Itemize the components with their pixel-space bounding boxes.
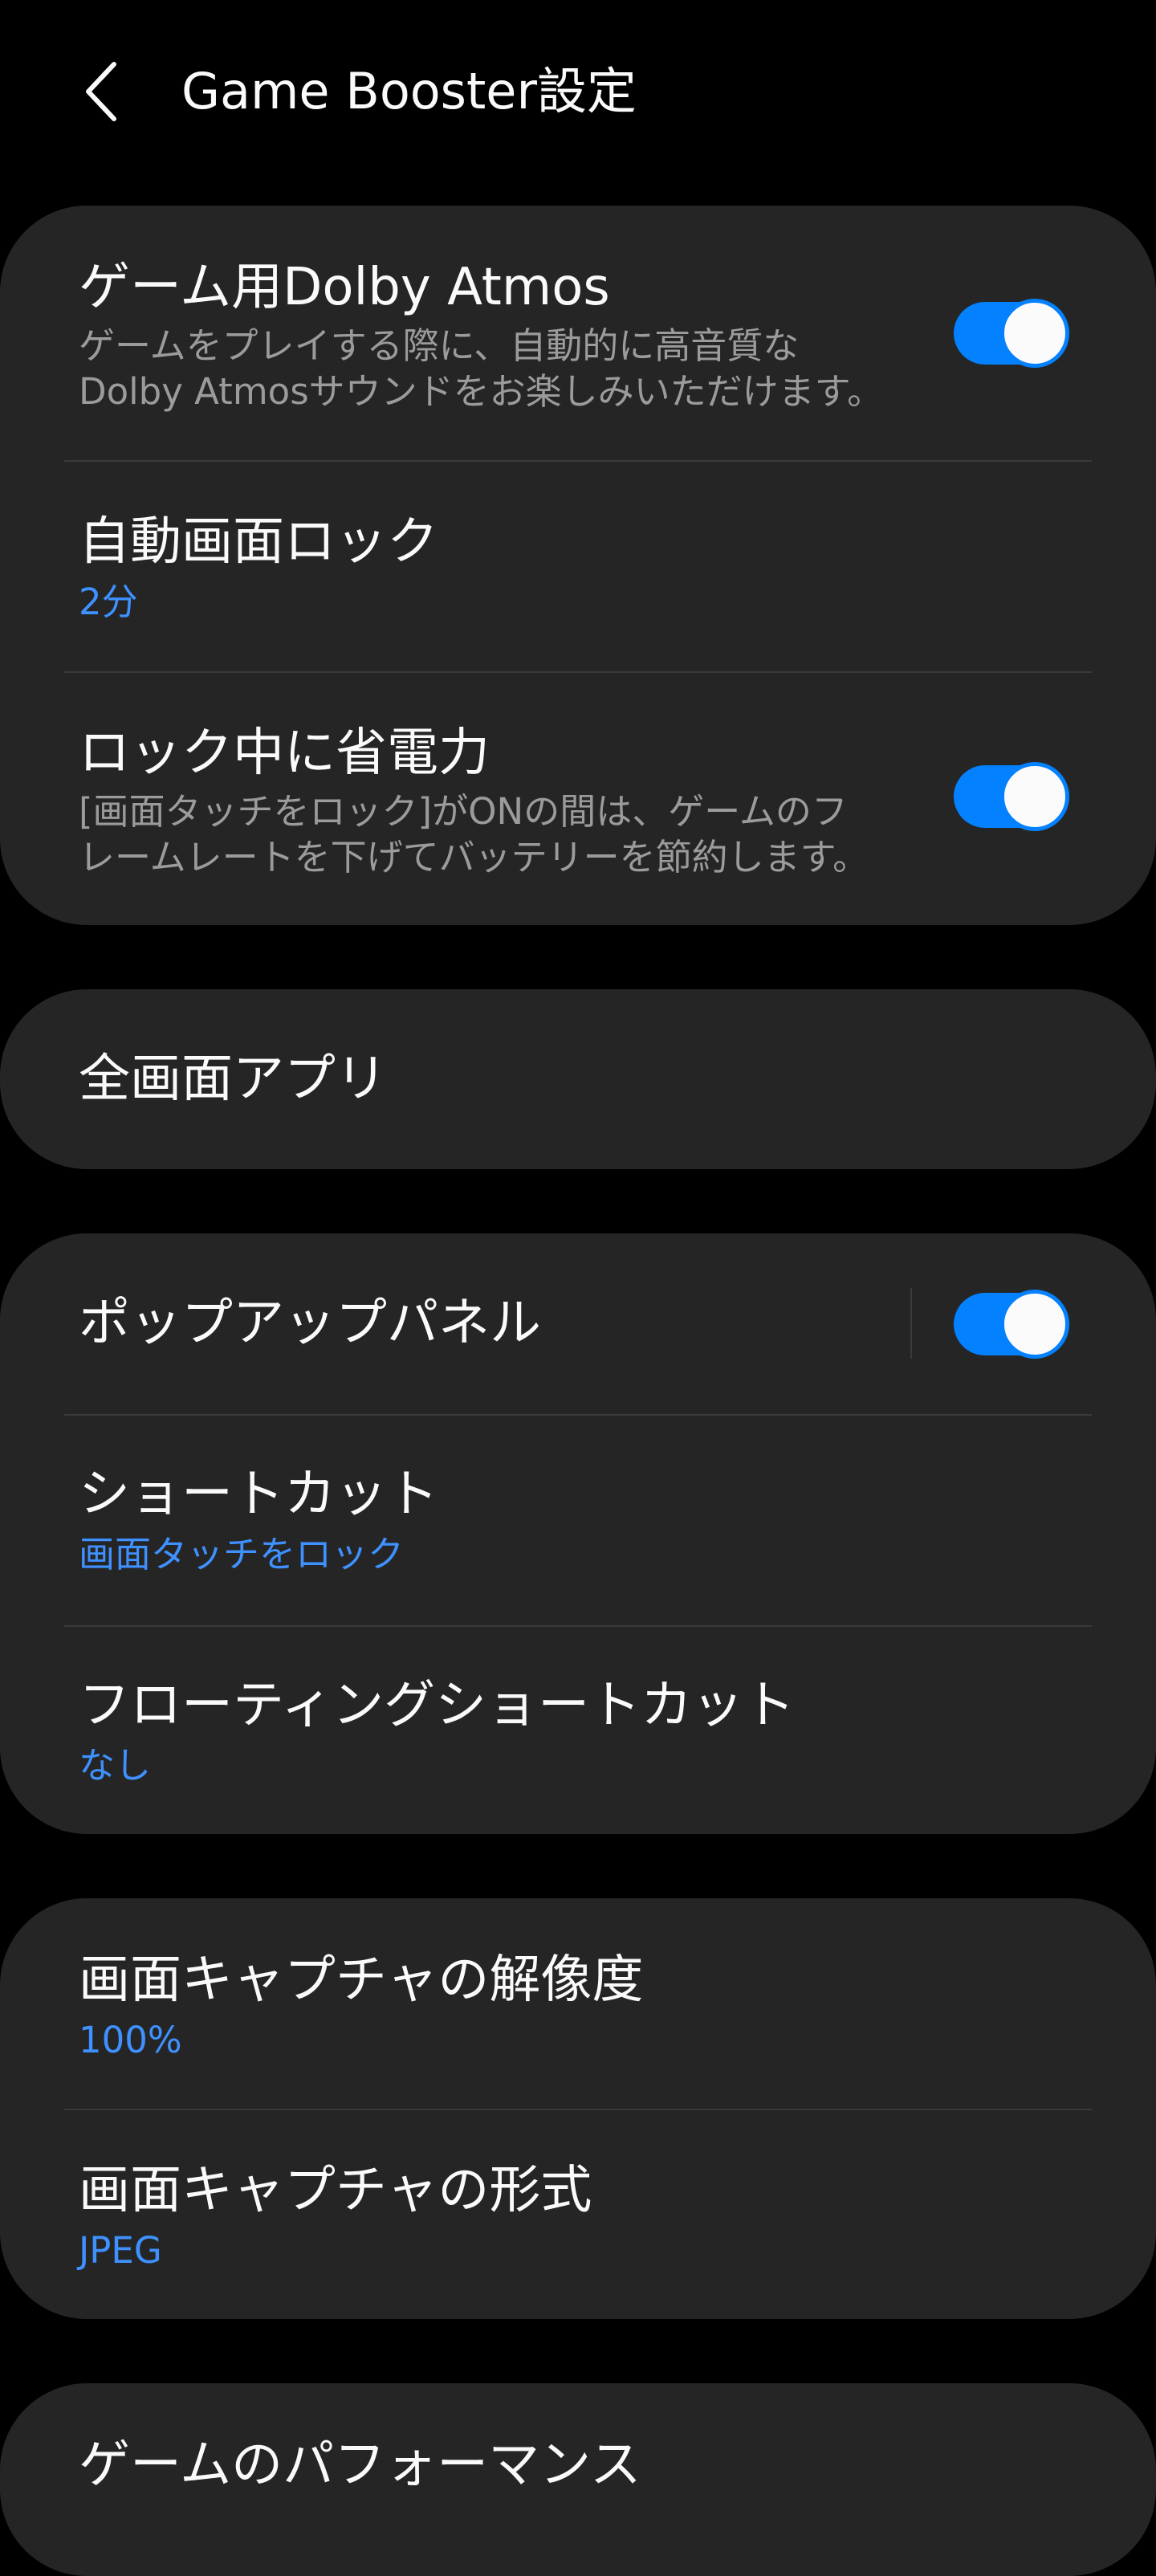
power-saving-row[interactable]: ロック中に省電力 [画面タッチをロック]がONの間は、ゲームのフ レームレートを… — [0, 673, 1156, 925]
settings-card-performance: ゲームのパフォーマンス — [0, 2383, 1156, 2576]
floating-shortcut-row[interactable]: フローティングショートカット なし — [0, 1627, 1156, 1834]
back-button[interactable] — [67, 53, 132, 128]
game-performance-row[interactable]: ゲームのパフォーマンス — [0, 2383, 1156, 2576]
power-saving-title: ロック中に省電力 — [79, 723, 490, 783]
chevron-left-icon — [86, 62, 116, 121]
fullscreen-apps-row[interactable]: 全画面アプリ — [0, 989, 1156, 1169]
page-title: Game Booster設定 — [181, 62, 637, 120]
floating-shortcut-value: なし — [79, 1744, 152, 1787]
auto-screen-lock-title: 自動画面ロック — [79, 512, 438, 572]
popup-panel-toggle[interactable] — [954, 1290, 1069, 1359]
floating-shortcut-title: フローティングショートカット — [79, 1676, 796, 1735]
dolby-atmos-description-line1: ゲームをプレイする際に、自動的に高音質な — [79, 324, 800, 367]
settings-card-panel: ポップアップパネル ショートカット 画面タッチをロック フローティングショートカ… — [0, 1233, 1156, 1834]
power-saving-toggle[interactable] — [954, 762, 1069, 831]
popup-panel-row[interactable]: ポップアップパネル — [0, 1233, 1156, 1415]
vertical-separator — [910, 1288, 912, 1359]
settings-card-sound: ゲーム用Dolby Atmos ゲームをプレイする際に、自動的に高音質な Dol… — [0, 206, 1156, 925]
settings-card-capture: 画面キャプチャの解像度 100% 画面キャプチャの形式 JPEG — [0, 1898, 1156, 2319]
dolby-atmos-toggle[interactable] — [954, 299, 1069, 368]
power-saving-toggle-knob — [1000, 762, 1069, 831]
popup-panel-toggle-knob — [1000, 1290, 1069, 1359]
game-performance-title: ゲームのパフォーマンス — [79, 2435, 641, 2495]
capture-format-title: 画面キャプチャの形式 — [79, 2161, 592, 2220]
popup-panel-title: ポップアップパネル — [79, 1294, 541, 1353]
fullscreen-apps-title: 全画面アプリ — [79, 1050, 387, 1109]
header-bar: Game Booster設定 — [0, 0, 1156, 185]
power-saving-description-line1: [画面タッチをロック]がONの間は、ゲームのフ — [79, 790, 848, 833]
settings-card-fullscreen: 全画面アプリ — [0, 989, 1156, 1169]
dolby-atmos-toggle-knob — [1000, 299, 1069, 368]
shortcut-title: ショートカット — [79, 1465, 438, 1524]
capture-format-value: JPEG — [79, 2229, 162, 2272]
capture-resolution-row[interactable]: 画面キャプチャの解像度 100% — [0, 1898, 1156, 2109]
power-saving-description-line2: レームレートを下げてバッテリーを節約します。 — [79, 836, 869, 878]
auto-screen-lock-row[interactable]: 自動画面ロック 2分 — [0, 462, 1156, 672]
capture-resolution-title: 画面キャプチャの解像度 — [79, 1950, 644, 2010]
shortcut-value: 画面タッチをロック — [79, 1533, 405, 1575]
dolby-atmos-description-line2: Dolby Atmosサウンドをお楽しみいただけます。 — [79, 370, 884, 413]
dolby-atmos-title: ゲーム用Dolby Atmos — [79, 258, 610, 317]
capture-format-row[interactable]: 画面キャプチャの形式 JPEG — [0, 2110, 1156, 2319]
auto-screen-lock-value: 2分 — [79, 581, 138, 623]
dolby-atmos-row[interactable]: ゲーム用Dolby Atmos ゲームをプレイする際に、自動的に高音質な Dol… — [0, 206, 1156, 461]
capture-resolution-value: 100% — [79, 2019, 182, 2061]
shortcut-row[interactable]: ショートカット 画面タッチをロック — [0, 1416, 1156, 1626]
